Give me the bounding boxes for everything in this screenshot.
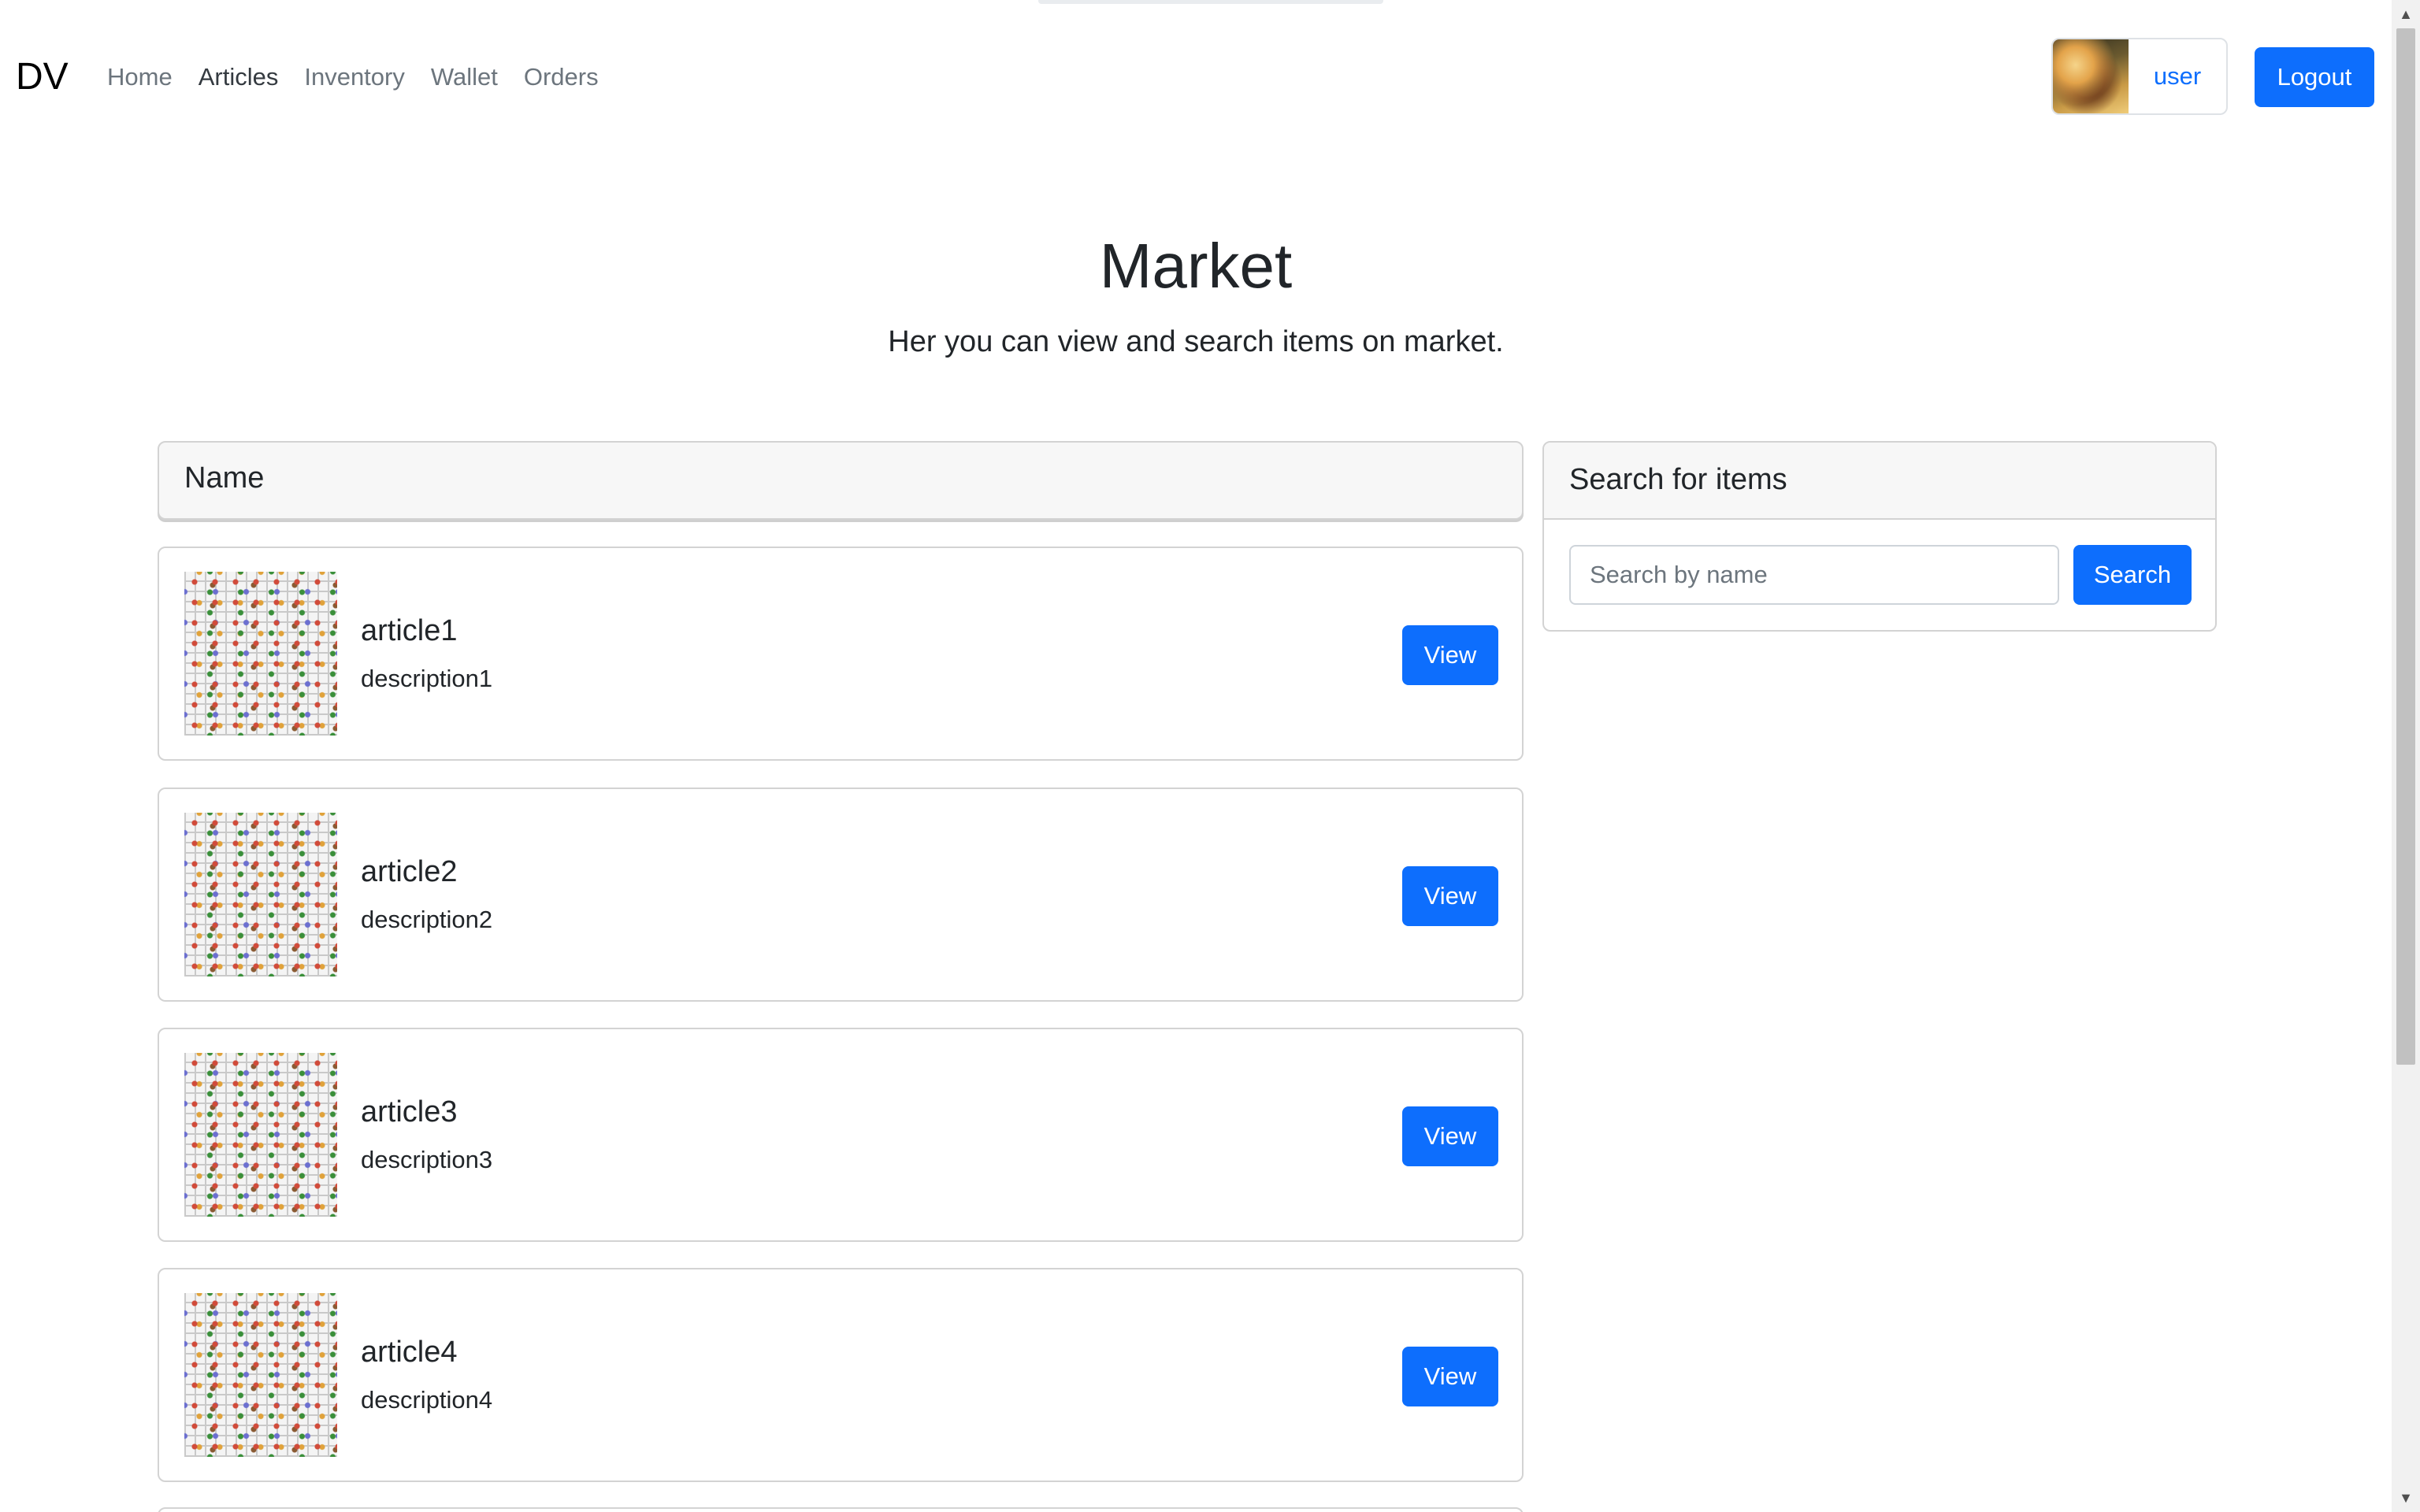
navbar: DV Home Articles Inventory Wallet Orders…: [0, 0, 2392, 154]
view-button[interactable]: View: [1402, 866, 1498, 926]
search-card-header: Search for items: [1544, 443, 2215, 520]
list-header-card: Name: [158, 441, 1524, 520]
article-card-partial: [158, 1507, 1524, 1512]
nav-link-articles[interactable]: Articles: [199, 61, 279, 93]
search-card: Search for items Search: [1542, 441, 2217, 632]
article-description: description1: [361, 665, 493, 692]
vertical-scrollbar[interactable]: ▲ ▼: [2392, 0, 2420, 1512]
article-description: description4: [361, 1386, 493, 1414]
nav-link-wallet[interactable]: Wallet: [431, 61, 498, 93]
scrollbar-thumb[interactable]: [2396, 28, 2415, 1065]
article-card: article1 description1 View: [158, 547, 1524, 761]
view-button[interactable]: View: [1402, 1106, 1498, 1166]
article-title: article1: [361, 614, 458, 647]
avatar: [2053, 39, 2129, 113]
brand-logo[interactable]: DV: [16, 54, 69, 101]
view-button[interactable]: View: [1402, 1347, 1498, 1406]
search-card-title: Search for items: [1569, 463, 1787, 496]
article-card: article3 description3 View: [158, 1028, 1524, 1242]
page-title: Market: [1099, 231, 1293, 301]
nav-link-inventory[interactable]: Inventory: [304, 61, 405, 93]
article-card: article4 description4 View: [158, 1268, 1524, 1482]
logout-button[interactable]: Logout: [2255, 47, 2374, 107]
article-card: article2 description2 View: [158, 788, 1524, 1002]
view-button[interactable]: View: [1402, 625, 1498, 685]
article-title: article3: [361, 1095, 458, 1128]
article-thumbnail: [184, 1293, 337, 1457]
list-header-title: Name: [184, 461, 265, 495]
user-name: user: [2153, 62, 2202, 90]
search-button[interactable]: Search: [2073, 545, 2192, 605]
nav-links: Home Articles Inventory Wallet Orders: [107, 61, 625, 93]
article-thumbnail: [184, 813, 337, 976]
user-profile-button[interactable]: user: [2051, 38, 2228, 115]
page-subtitle: Her you can view and search items on mar…: [888, 325, 1504, 358]
article-thumbnail: [184, 572, 337, 736]
scroll-up-icon[interactable]: ▲: [2392, 0, 2420, 28]
article-description: description2: [361, 906, 493, 933]
nav-link-orders[interactable]: Orders: [524, 61, 599, 93]
scroll-down-icon[interactable]: ▼: [2392, 1484, 2420, 1512]
article-title: article4: [361, 1336, 458, 1369]
page: DV Home Articles Inventory Wallet Orders…: [0, 0, 2420, 1512]
article-thumbnail: [184, 1053, 337, 1217]
nav-link-home[interactable]: Home: [107, 61, 173, 93]
article-description: description3: [361, 1146, 493, 1173]
search-input[interactable]: [1569, 545, 2059, 605]
article-title: article2: [361, 855, 458, 888]
